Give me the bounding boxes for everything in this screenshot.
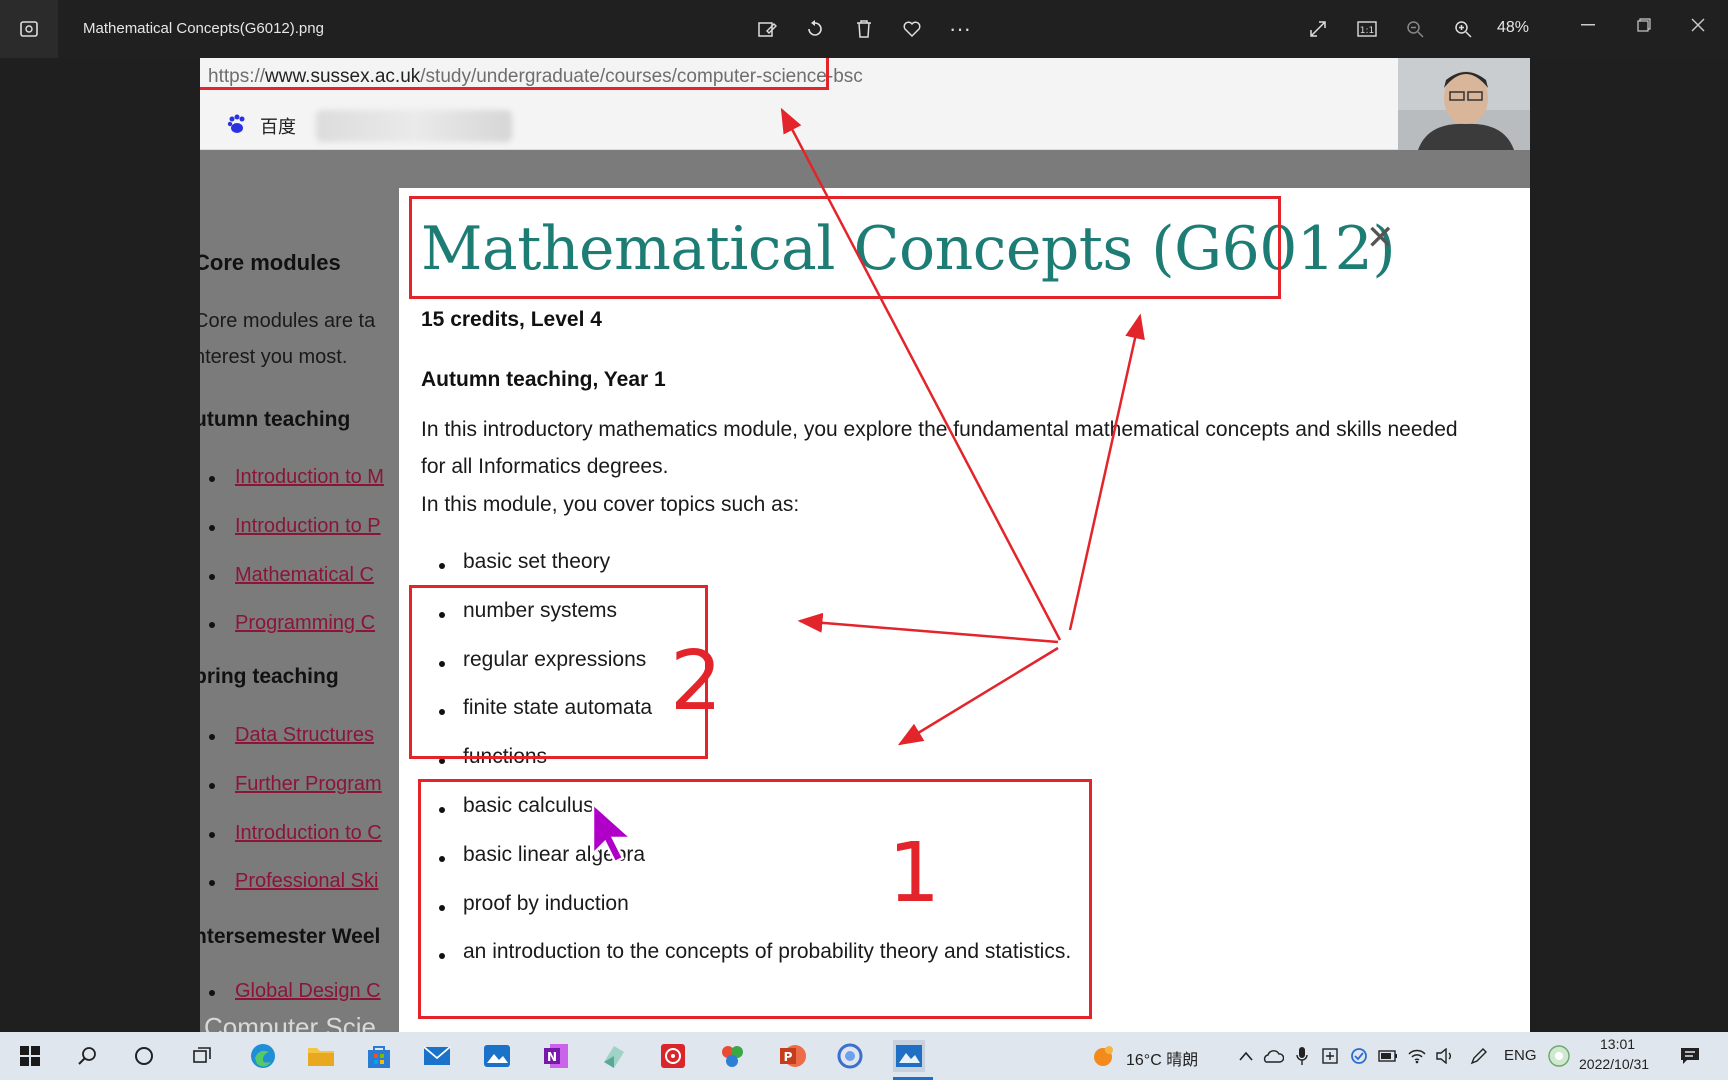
actual-size-icon[interactable]: 1:1 [1352, 14, 1382, 44]
arrow-to-title [1068, 313, 1145, 631]
app-icon-8[interactable] [598, 1040, 630, 1072]
zoom-level: 48% [1497, 19, 1530, 36]
windows-taskbar: N P 16°C 晴朗 ENG 13:01 2022/10/31 [0, 1032, 1728, 1080]
tray-app-icon[interactable] [1314, 1040, 1346, 1072]
arrow-to-url [780, 107, 1062, 641]
security-icon[interactable] [1343, 1040, 1375, 1072]
ime-icon[interactable] [1543, 1040, 1575, 1072]
input-language[interactable]: ENG [1504, 1047, 1537, 1064]
window-title: Mathematical Concepts(G6012).png [83, 20, 324, 37]
clock-time[interactable]: 13:01 [1600, 1036, 1635, 1052]
zoom-out-icon[interactable] [1400, 14, 1430, 44]
start-windows-icon[interactable] [14, 1040, 46, 1072]
displayed-image: https://www.sussex.ac.uk/study/undergrad… [200, 58, 1530, 1032]
arrow-to-group-2 [797, 612, 1059, 644]
arrow-to-group-1 [897, 646, 1059, 746]
clock-date[interactable]: 2022/10/31 [1579, 1056, 1649, 1072]
photos-active-icon[interactable] [893, 1040, 925, 1072]
fullscreen-icon[interactable] [1303, 14, 1333, 44]
pen-icon[interactable] [1463, 1040, 1495, 1072]
annotation-arrows [780, 107, 1145, 746]
close-window-button[interactable] [1678, 10, 1718, 40]
app-titlebar: Mathematical Concepts(G6012).png ··· 1:1… [0, 0, 1728, 58]
photos-app-icon[interactable] [0, 0, 58, 58]
more-options-icon[interactable]: ··· [945, 14, 975, 44]
onenote-icon[interactable]: N [540, 1040, 572, 1072]
volume-icon[interactable] [1429, 1040, 1461, 1072]
svg-text:N: N [547, 1050, 557, 1064]
onedrive-icon[interactable] [1257, 1040, 1289, 1072]
task-view-icon[interactable] [186, 1040, 218, 1072]
photos-taskbar-icon[interactable] [481, 1040, 513, 1072]
battery-icon[interactable] [1372, 1040, 1404, 1072]
mouse-cursor-icon [591, 802, 635, 864]
favorite-heart-icon[interactable] [897, 14, 927, 44]
weather-sun-icon [1088, 1040, 1120, 1072]
notifications-icon[interactable] [1674, 1040, 1706, 1072]
edge-browser-icon[interactable] [247, 1040, 279, 1072]
app-icon-12[interactable] [834, 1040, 866, 1072]
file-explorer-icon[interactable] [305, 1040, 337, 1072]
svg-text:P: P [784, 1050, 793, 1064]
rotate-icon[interactable] [800, 14, 830, 44]
store-icon[interactable] [363, 1040, 395, 1072]
edit-image-icon[interactable] [752, 14, 782, 44]
mail-icon[interactable] [421, 1040, 453, 1072]
cortana-icon[interactable] [128, 1040, 160, 1072]
app-icon-10[interactable] [716, 1040, 748, 1072]
app-icon-9[interactable] [657, 1040, 689, 1072]
zoom-in-icon[interactable] [1448, 14, 1478, 44]
weather-text[interactable]: 16°C 晴朗 [1126, 1046, 1198, 1070]
search-icon[interactable] [72, 1040, 104, 1072]
delete-icon[interactable] [849, 14, 879, 44]
restore-button[interactable] [1624, 10, 1664, 40]
svg-text:1:1: 1:1 [1360, 26, 1374, 36]
powerpoint-icon[interactable]: P [776, 1040, 808, 1072]
minimize-button[interactable] [1568, 10, 1608, 40]
